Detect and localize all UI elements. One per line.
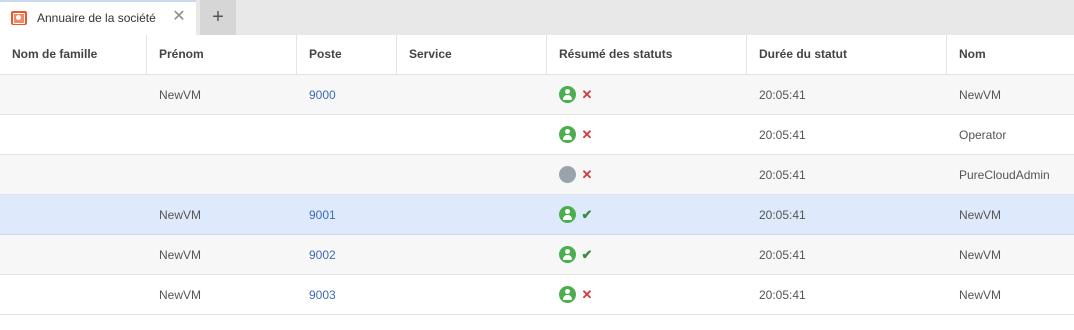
name-cell: NewVM <box>959 208 1002 222</box>
status-duration-cell: 20:05:41 <box>759 168 806 182</box>
person-available-icon <box>559 206 576 223</box>
person-available-icon <box>559 286 576 303</box>
status-summary: ✔ <box>559 206 599 224</box>
extension-cell[interactable]: 9002 <box>297 235 397 275</box>
last-name-cell <box>0 155 147 195</box>
status-summary: ✕ <box>559 286 599 304</box>
table-row[interactable]: NewVM 9000 20:05:41 NewVM ✕ <box>0 75 1074 115</box>
department-cell <box>397 275 547 315</box>
person-offline-icon <box>559 166 576 183</box>
check-icon: ✔ <box>581 207 593 222</box>
close-icon[interactable]: ✕ <box>171 8 187 26</box>
first-name-cell: NewVM <box>159 88 202 102</box>
status-duration-cell: 20:05:41 <box>759 288 806 302</box>
department-cell <box>397 115 547 155</box>
extension-cell[interactable]: 9000 <box>297 75 397 115</box>
extension-cell[interactable] <box>297 155 397 195</box>
status-duration-cell: 20:05:41 <box>759 208 806 222</box>
person-available-icon <box>559 126 576 143</box>
status-duration-cell: 20:05:41 <box>759 128 806 142</box>
status-duration-cell: 20:05:41 <box>759 248 806 262</box>
table-row[interactable]: NewVM 9001 20:05:41 NewVM ✔ <box>0 195 1074 235</box>
person-available-icon <box>559 86 576 103</box>
last-name-cell <box>0 275 147 315</box>
extension-cell[interactable]: 9003 <box>297 275 397 315</box>
column-header-extension[interactable]: Poste <box>297 35 397 75</box>
name-cell: PureCloudAdmin <box>959 168 1050 182</box>
department-cell <box>397 195 547 235</box>
first-name-cell <box>147 115 297 155</box>
cross-icon: ✕ <box>581 287 593 302</box>
column-header-status-summary[interactable]: Résumé des statuts <box>547 35 747 75</box>
department-cell <box>397 75 547 115</box>
column-header-status-duration[interactable]: Durée du statut <box>747 35 947 75</box>
first-name-cell <box>147 155 297 195</box>
check-icon: ✔ <box>581 247 593 262</box>
column-header-name[interactable]: Nom <box>947 35 1074 75</box>
status-summary: ✔ <box>559 246 599 264</box>
last-name-cell <box>0 195 147 235</box>
table-row[interactable]: 20:05:41 Operator ✕ <box>0 115 1074 155</box>
add-tab-button[interactable]: + <box>200 0 236 35</box>
tab-company-directory[interactable]: Annuaire de la société ✕ <box>0 0 196 35</box>
table-header: Nom de famille Prénom Poste Service Résu… <box>0 35 1074 75</box>
table-row[interactable]: NewVM 9003 20:05:41 NewVM ✕ <box>0 275 1074 315</box>
name-cell: NewVM <box>959 288 1002 302</box>
person-available-icon <box>559 246 576 263</box>
name-cell: NewVM <box>959 88 1002 102</box>
first-name-cell: NewVM <box>159 248 202 262</box>
table-row[interactable]: 20:05:41 PureCloudAdmin ✕ <box>0 155 1074 195</box>
column-header-department[interactable]: Service <box>397 35 547 75</box>
extension-cell[interactable] <box>297 115 397 155</box>
last-name-cell <box>0 235 147 275</box>
directory-table: Nom de famille Prénom Poste Service Résu… <box>0 35 1074 315</box>
cross-icon: ✕ <box>581 87 593 102</box>
cross-icon: ✕ <box>581 167 593 182</box>
department-cell <box>397 155 547 195</box>
tab-bar: Annuaire de la société ✕ + <box>0 0 1074 35</box>
table-row[interactable]: NewVM 9002 20:05:41 NewVM ✔ <box>0 235 1074 275</box>
company-directory-icon <box>11 11 27 25</box>
status-summary: ✕ <box>559 166 599 184</box>
column-header-first-name[interactable]: Prénom <box>147 35 297 75</box>
status-summary: ✕ <box>559 86 599 104</box>
column-header-last-name[interactable]: Nom de famille <box>0 35 147 75</box>
name-cell: NewVM <box>959 248 1002 262</box>
last-name-cell <box>0 75 147 115</box>
status-duration-cell: 20:05:41 <box>759 88 806 102</box>
name-cell: Operator <box>959 128 1007 142</box>
cross-icon: ✕ <box>581 127 593 142</box>
tab-label: Annuaire de la société <box>37 11 156 25</box>
first-name-cell: NewVM <box>159 288 202 302</box>
extension-cell[interactable]: 9001 <box>297 195 397 235</box>
last-name-cell <box>0 115 147 155</box>
department-cell <box>397 235 547 275</box>
status-summary: ✕ <box>559 126 599 144</box>
first-name-cell: NewVM <box>159 208 202 222</box>
